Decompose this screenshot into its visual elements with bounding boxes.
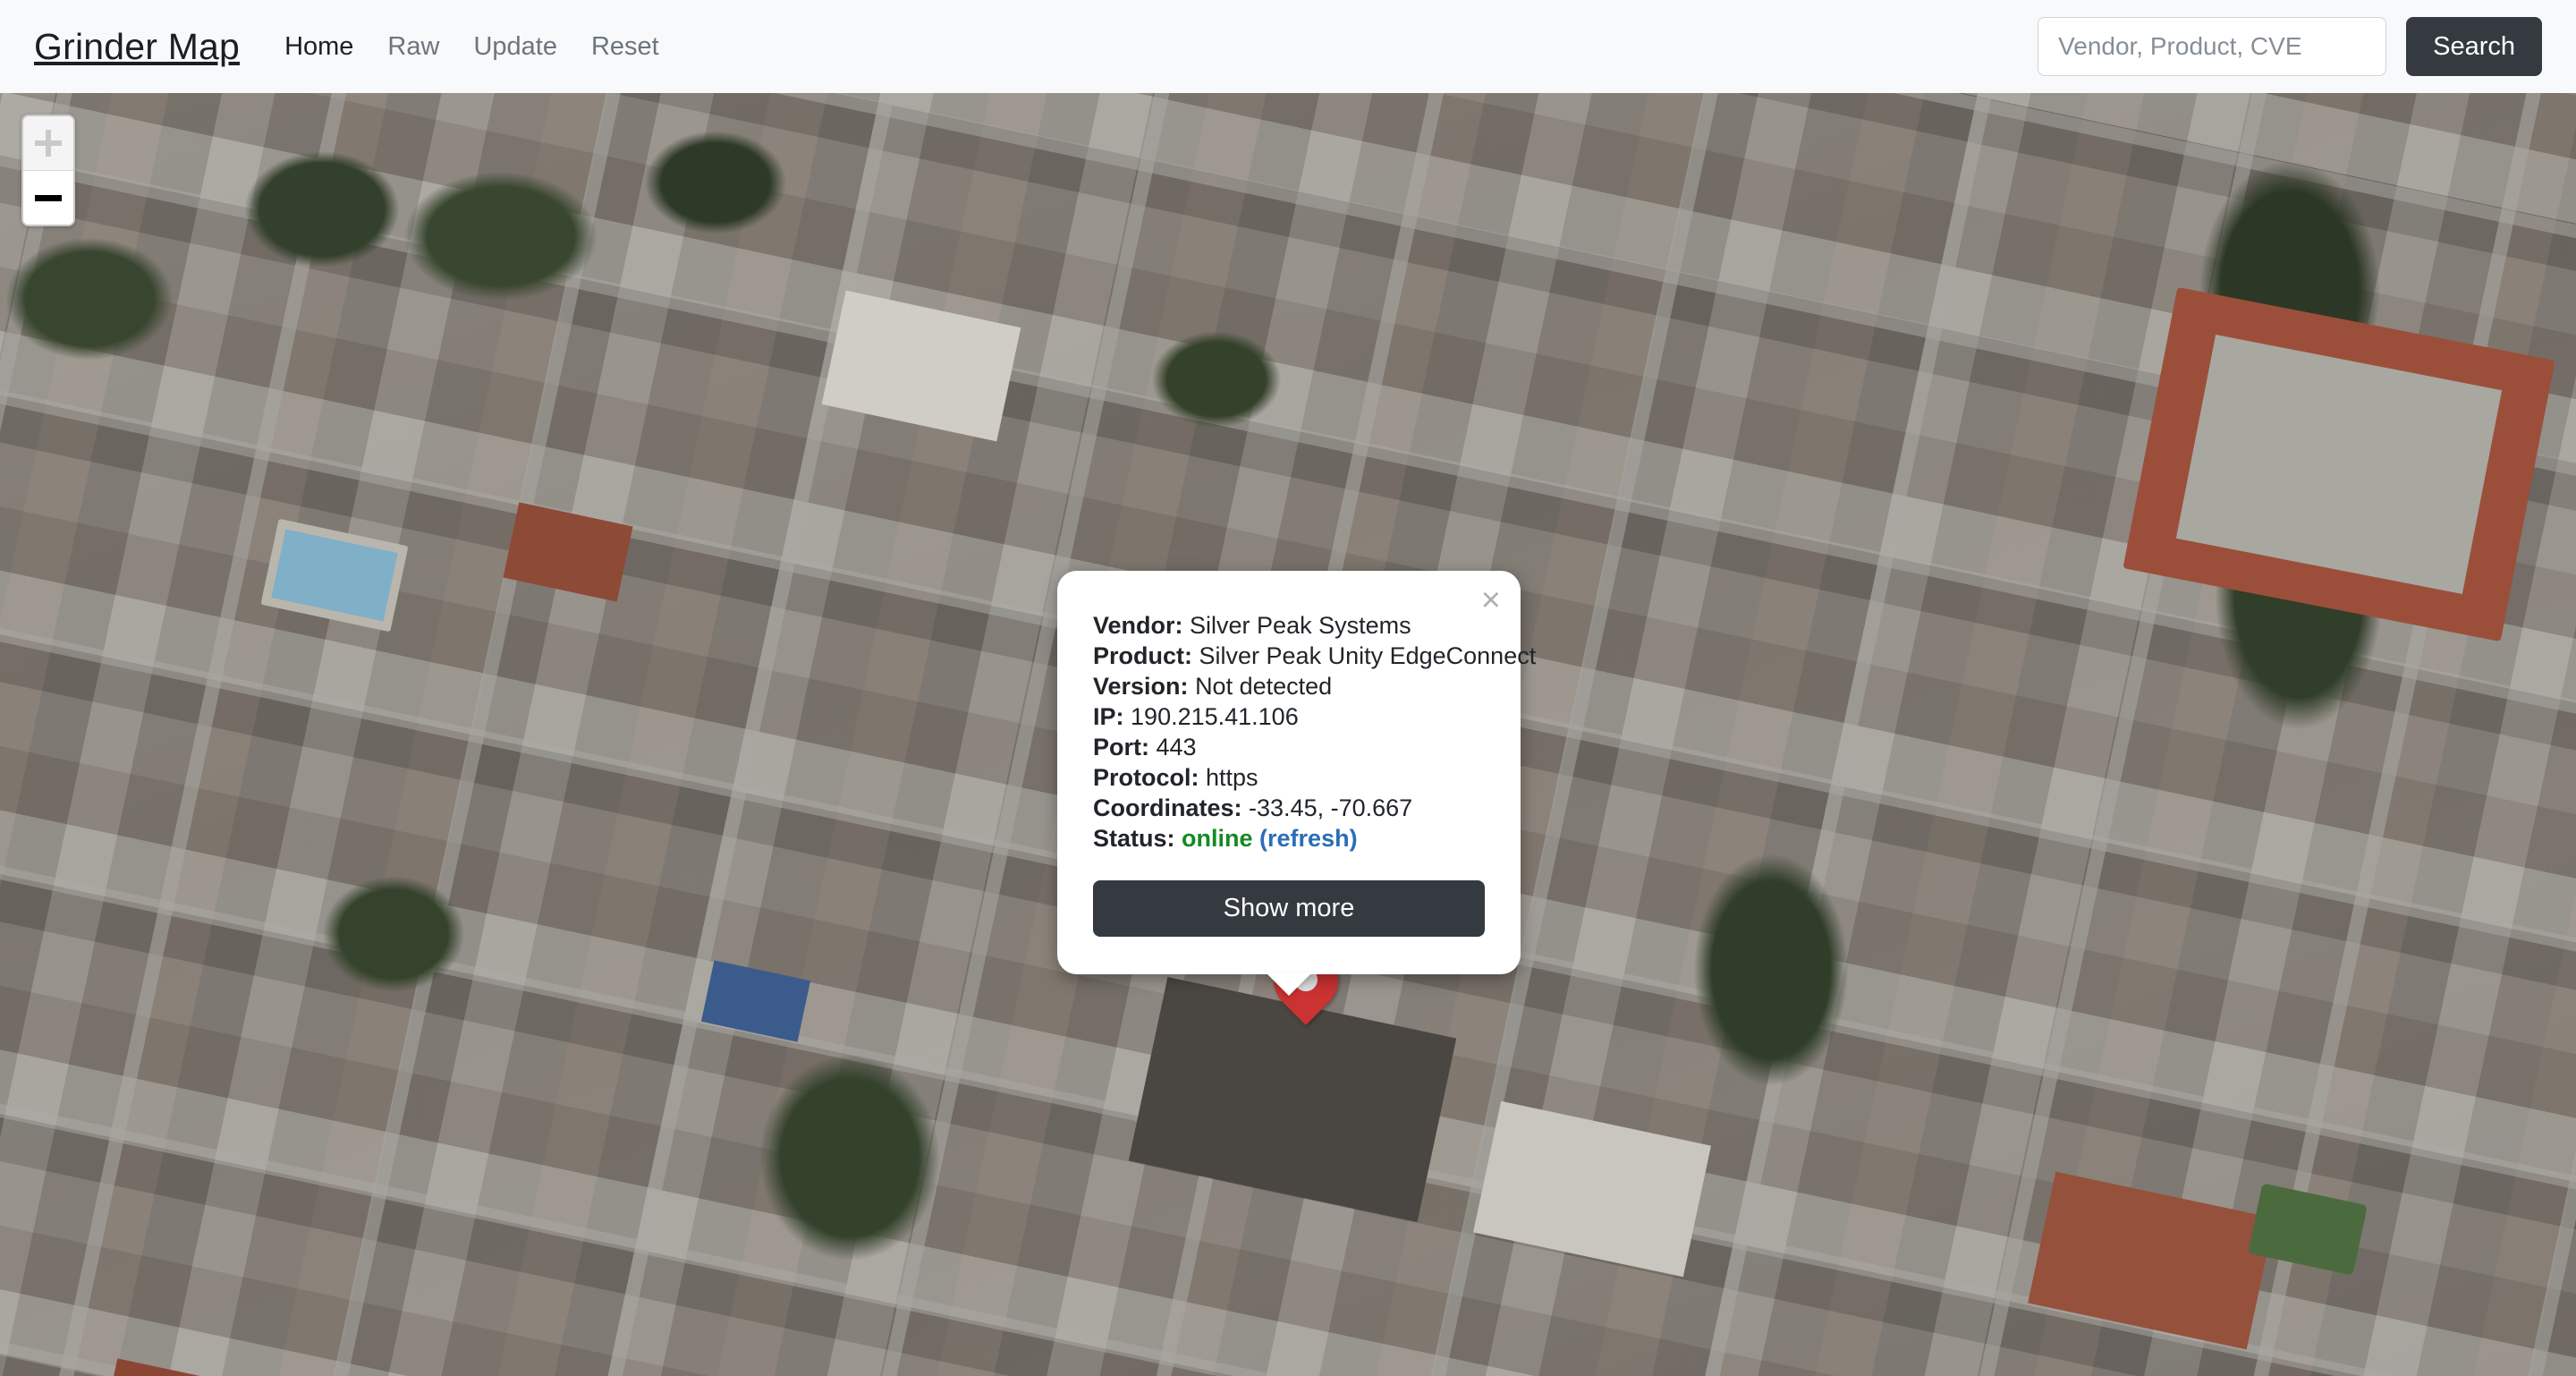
top-navbar: Grinder Map Home Raw Update Reset Search [0, 0, 2576, 93]
popup-value-coordinates: -33.45, -70.667 [1249, 794, 1412, 821]
zoom-in-icon[interactable] [23, 116, 73, 170]
map-canvas[interactable]: × Vendor: Silver Peak Systems Product: S… [0, 93, 2576, 1376]
popup-label-product: Product: [1093, 642, 1192, 669]
popup-value-product: Silver Peak Unity EdgeConnect [1199, 642, 1537, 669]
popup-field-protocol: Protocol: https [1093, 762, 1485, 793]
popup-label-status: Status: [1093, 825, 1175, 852]
map-zoom-control [21, 115, 75, 226]
status-badge: online [1182, 825, 1253, 852]
popup-value-version: Not detected [1195, 673, 1332, 700]
show-more-button[interactable]: Show more [1093, 880, 1485, 937]
popup-field-product: Product: Silver Peak Unity EdgeConnect [1093, 641, 1485, 671]
popup-label-protocol: Protocol: [1093, 764, 1199, 791]
popup-field-port: Port: 443 [1093, 732, 1485, 762]
popup-field-ip: IP: 190.215.41.106 [1093, 701, 1485, 732]
brand-logo[interactable]: Grinder Map [34, 26, 240, 68]
search-button[interactable]: Search [2406, 17, 2542, 76]
popup-value-vendor: Silver Peak Systems [1190, 612, 1411, 639]
popup-label-coordinates: Coordinates: [1093, 794, 1242, 821]
nav-link-update[interactable]: Update [473, 32, 557, 62]
popup-label-ip: IP: [1093, 703, 1124, 730]
host-info-popup: × Vendor: Silver Peak Systems Product: S… [1057, 571, 1521, 974]
popup-value-port: 443 [1157, 734, 1197, 760]
popup-field-coordinates: Coordinates: -33.45, -70.667 [1093, 793, 1485, 823]
popup-label-port: Port: [1093, 734, 1149, 760]
refresh-status-link[interactable]: (refresh) [1259, 825, 1358, 852]
zoom-out-icon[interactable] [23, 171, 73, 225]
primary-nav: Home Raw Update Reset [284, 32, 659, 62]
popup-field-vendor: Vendor: Silver Peak Systems [1093, 610, 1485, 641]
close-icon[interactable]: × [1481, 583, 1501, 617]
popup-field-version: Version: Not detected [1093, 671, 1485, 701]
search-input[interactable] [2038, 17, 2386, 76]
nav-link-reset[interactable]: Reset [591, 32, 659, 62]
popup-field-status: Status: online (refresh) [1093, 823, 1485, 854]
search-area: Search [2038, 17, 2542, 76]
nav-link-home[interactable]: Home [284, 32, 353, 62]
popup-label-version: Version: [1093, 673, 1189, 700]
popup-label-vendor: Vendor: [1093, 612, 1183, 639]
popup-value-protocol: https [1206, 764, 1258, 791]
nav-link-raw[interactable]: Raw [387, 32, 439, 62]
popup-value-ip: 190.215.41.106 [1131, 703, 1299, 730]
